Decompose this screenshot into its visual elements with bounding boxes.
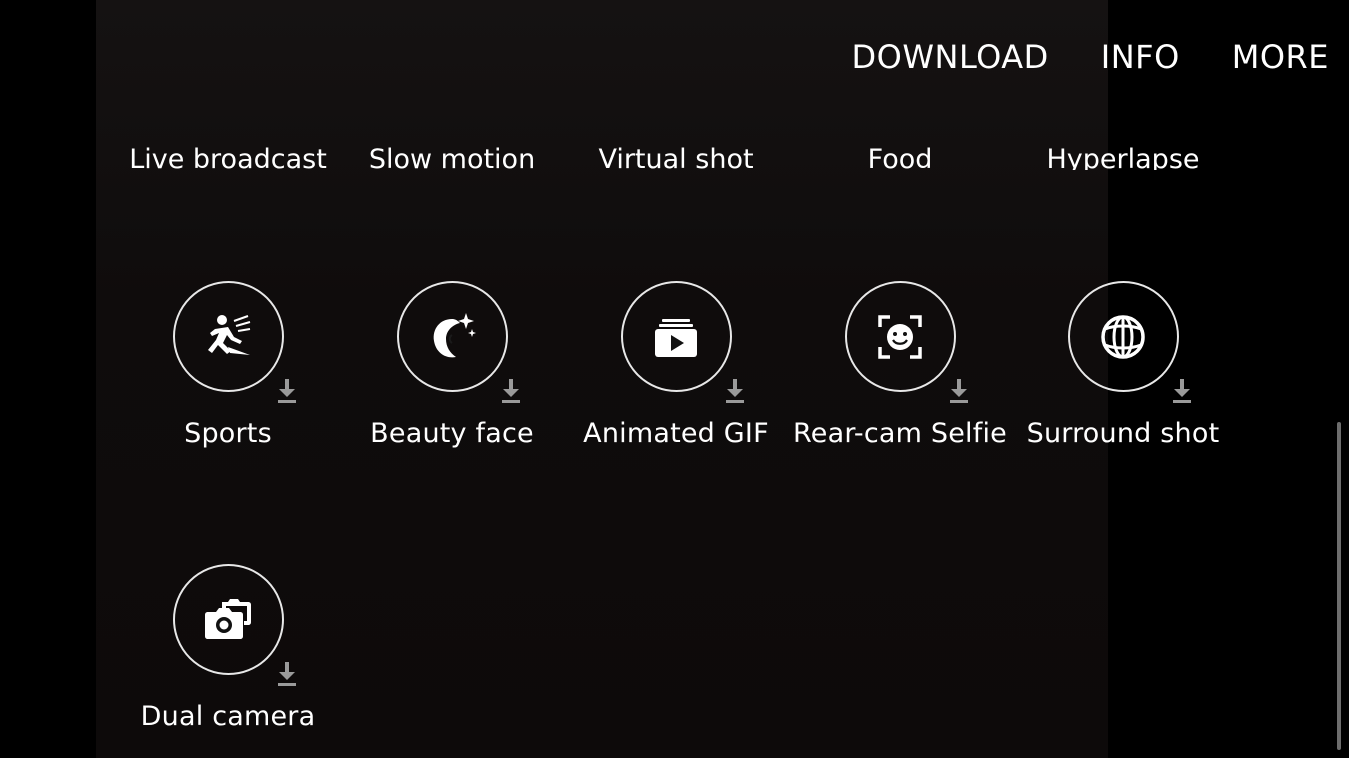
mode-label: Rear-cam Selfie bbox=[793, 418, 1007, 449]
mode-slow-motion[interactable]: Slow motion bbox=[342, 140, 562, 170]
download-icon bbox=[725, 379, 744, 403]
mode-label: Virtual shot bbox=[598, 144, 754, 170]
mode-icon-circle bbox=[396, 281, 520, 403]
download-icon bbox=[277, 379, 296, 403]
mode-label: Sports bbox=[184, 418, 272, 449]
download-icon bbox=[277, 662, 296, 686]
mode-icon-circle bbox=[1067, 281, 1191, 403]
mode-surround-shot[interactable]: Surround shot bbox=[1013, 281, 1233, 449]
mode-sports[interactable]: Sports bbox=[118, 281, 338, 449]
download-button[interactable]: DOWNLOAD bbox=[852, 38, 1049, 76]
mode-icon-circle bbox=[172, 564, 296, 686]
mode-label: Animated GIF bbox=[583, 418, 769, 449]
mode-label: Slow motion bbox=[368, 144, 536, 170]
mode-beauty-face[interactable]: Beauty face bbox=[342, 281, 562, 449]
mode-live-broadcast[interactable]: Live broadcast bbox=[118, 140, 338, 170]
download-icon bbox=[501, 379, 520, 403]
more-button[interactable]: MORE bbox=[1232, 38, 1329, 76]
mode-rear-cam-selfie[interactable]: Rear-cam Selfie bbox=[790, 281, 1010, 449]
mode-food[interactable]: Food bbox=[790, 140, 1010, 170]
mode-label: Live broadcast bbox=[129, 144, 327, 170]
top-action-bar: DOWNLOAD INFO MORE bbox=[852, 38, 1329, 76]
mode-virtual-shot[interactable]: Virtual shot bbox=[566, 140, 786, 170]
camera-mode-screen: DOWNLOAD INFO MORE Live broadcast Slow m… bbox=[0, 0, 1349, 758]
beauty-face-icon bbox=[433, 312, 476, 357]
mode-label: Beauty face bbox=[370, 418, 534, 449]
mode-label: Food bbox=[867, 144, 933, 170]
surround-globe-icon bbox=[1101, 314, 1145, 359]
mode-icon-circle bbox=[172, 281, 296, 403]
mode-label: Surround shot bbox=[1026, 418, 1220, 449]
info-button[interactable]: INFO bbox=[1101, 38, 1180, 76]
mode-dual-camera[interactable]: Dual camera bbox=[118, 564, 338, 732]
download-icon bbox=[949, 379, 968, 403]
mode-label: Hyperlapse bbox=[1046, 144, 1200, 170]
mode-icon-circle bbox=[844, 281, 968, 403]
mode-hyperlapse[interactable]: Hyperlapse bbox=[1013, 140, 1233, 170]
mode-animated-gif[interactable]: Animated GIF bbox=[566, 281, 786, 449]
mode-icon-circle bbox=[620, 281, 744, 403]
sports-runner-icon bbox=[208, 314, 251, 355]
download-icon bbox=[1172, 379, 1191, 403]
rear-cam-selfie-icon bbox=[878, 314, 922, 359]
dual-camera-icon bbox=[205, 598, 251, 639]
scrollbar[interactable] bbox=[1337, 422, 1341, 750]
mode-label: Dual camera bbox=[140, 701, 316, 732]
animated-gif-icon bbox=[655, 318, 697, 357]
